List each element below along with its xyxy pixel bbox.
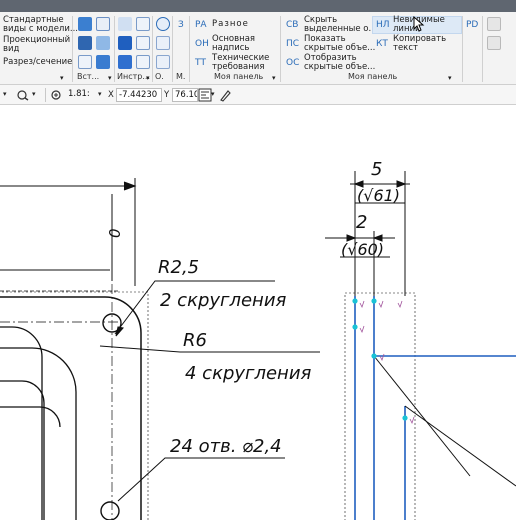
separator [114, 16, 115, 82]
roughness-61-text: (√61) [357, 186, 400, 205]
title-block-button-label[interactable]: Основная надпись [212, 35, 255, 53]
ribbon: Стандартные виды с модели... Проекционны… [0, 12, 516, 85]
y-label: Y [164, 90, 170, 100]
window-titlebar [0, 0, 516, 12]
expand-arrow-icon[interactable]: ▾ [108, 74, 112, 83]
y-coordinate-field[interactable]: 76.10434 [172, 88, 198, 102]
drawing-svg: 0 R2,5 2 скругления R6 4 скругления 24 о… [0, 159, 516, 520]
expand-arrow-icon[interactable]: ▾ [60, 74, 64, 83]
tool-6-icon[interactable] [136, 55, 150, 69]
dim-zero-text: 0 [106, 228, 124, 238]
kt-abbr[interactable]: КТ [376, 39, 388, 49]
roughness-60-text: (√60) [341, 240, 384, 259]
detail-view-icon[interactable] [96, 36, 110, 50]
zoom-field[interactable]: 1.81: [66, 88, 98, 102]
inner-contour [0, 326, 43, 520]
x-coordinate-field[interactable]: -7.44230 [116, 88, 162, 102]
x-label: X [108, 90, 114, 100]
expand-arrow-icon[interactable]: ▾ [272, 74, 276, 83]
dropdown-arrow-icon[interactable]: ▾ [32, 90, 36, 98]
arrow-view-icon[interactable] [96, 55, 110, 69]
print-icon[interactable] [487, 36, 501, 50]
separator [482, 16, 483, 82]
copy-text-button-label[interactable]: Копировать текст [393, 35, 446, 53]
separator [462, 16, 463, 82]
os-abbr[interactable]: ОС [286, 58, 299, 68]
chamfer-line [404, 405, 516, 487]
separator [280, 16, 281, 82]
separator [189, 16, 190, 82]
nl-abbr[interactable]: НЛ [376, 20, 390, 30]
coordinates-toolbar: ▾ ▾ 1.81: ▾ X -7.44230 Y 76.10434 ▾ [0, 85, 516, 105]
fillets-4-text: 4 скругления [185, 363, 312, 384]
tool-3-icon[interactable] [118, 36, 132, 50]
group-footer-panel1: Моя панель [214, 72, 264, 81]
mouse-cursor-icon [413, 16, 425, 32]
ra-abbr[interactable]: РА [195, 20, 207, 30]
tool-2-icon[interactable] [136, 17, 150, 31]
dropdown-arrow-icon[interactable]: ▾ [211, 90, 215, 98]
snap-icon[interactable] [198, 88, 212, 102]
projection-view-button[interactable]: Проекционный вид [3, 36, 70, 54]
z-abbr[interactable]: З [178, 20, 184, 30]
standard-views-button[interactable]: Стандартные виды с модели... [3, 16, 78, 34]
hide-selected-button-label[interactable]: Скрыть выделенные о... [304, 16, 377, 34]
dimension-arrow [123, 181, 137, 191]
section-button[interactable]: Разрез/сечение [3, 58, 72, 67]
chamfer-line [373, 355, 471, 477]
dropdown-arrow-icon[interactable]: ▾ [98, 90, 102, 98]
inner-contour [0, 406, 61, 428]
insert-view-icon[interactable] [78, 17, 92, 31]
display-hidden-button-label[interactable]: Отобразить скрытые объе... [304, 54, 375, 72]
leader-line [99, 345, 320, 353]
leader-line [117, 457, 285, 502]
group-footer-o: О. [155, 72, 164, 81]
group-footer-m: М. [176, 72, 186, 81]
fillets-2-text: 2 скругления [160, 290, 287, 311]
tech-req-button-label[interactable]: Технические требования [212, 54, 269, 72]
help-icon[interactable] [487, 17, 501, 31]
misc-button-label[interactable]: Разное [212, 20, 249, 29]
separator [45, 88, 46, 102]
local-view-icon[interactable] [96, 17, 110, 31]
roughness-marks [359, 300, 415, 425]
separator [72, 16, 73, 82]
separator [172, 16, 173, 82]
image-view-icon[interactable] [78, 36, 92, 50]
dim-5-text: 5 [371, 159, 382, 180]
ps-abbr[interactable]: ПС [286, 39, 299, 49]
tool-5-icon[interactable] [118, 55, 132, 69]
separator [152, 16, 153, 82]
group-footer-views: Вст... [77, 72, 100, 81]
break-view-icon[interactable] [78, 55, 92, 69]
drawing-canvas[interactable]: 0 R2,5 2 скругления R6 4 скругления 24 о… [0, 106, 516, 520]
holes-text: 24 отв. ⌀2,4 [170, 436, 282, 457]
inner-contour [0, 347, 77, 520]
radius-big-text: R6 [183, 330, 207, 351]
expand-arrow-icon[interactable]: ▾ [448, 74, 452, 83]
zoom-window-icon[interactable] [16, 89, 30, 101]
inner-contour [0, 380, 45, 520]
control-points[interactable] [352, 298, 408, 421]
zoom-icon[interactable] [50, 89, 64, 101]
expand-arrow-icon[interactable]: ▾ [146, 74, 150, 83]
tool-1-icon[interactable] [118, 17, 132, 31]
pd-abbr[interactable]: PD [466, 20, 478, 30]
hole-circle [100, 501, 120, 520]
view-frame [0, 291, 149, 520]
target-icon[interactable] [156, 17, 170, 31]
tool-4-icon[interactable] [136, 36, 150, 50]
frame-icon[interactable] [156, 36, 170, 50]
leader-arrow [115, 326, 124, 337]
radius-small-text: R2,5 [158, 257, 199, 278]
on-abbr[interactable]: ОН [195, 39, 209, 49]
group-footer-panel2: Моя панель [348, 72, 398, 81]
dim-2-text: 2 [356, 212, 367, 233]
show-hidden-button-label[interactable]: Показать скрытые объе... [304, 35, 375, 53]
dropdown-arrow-icon[interactable]: ▾ [3, 90, 7, 98]
sv-abbr[interactable]: СВ [286, 20, 298, 30]
tt-abbr[interactable]: ТТ [195, 58, 206, 68]
table-icon[interactable] [156, 55, 170, 69]
pen-icon[interactable] [218, 88, 232, 102]
